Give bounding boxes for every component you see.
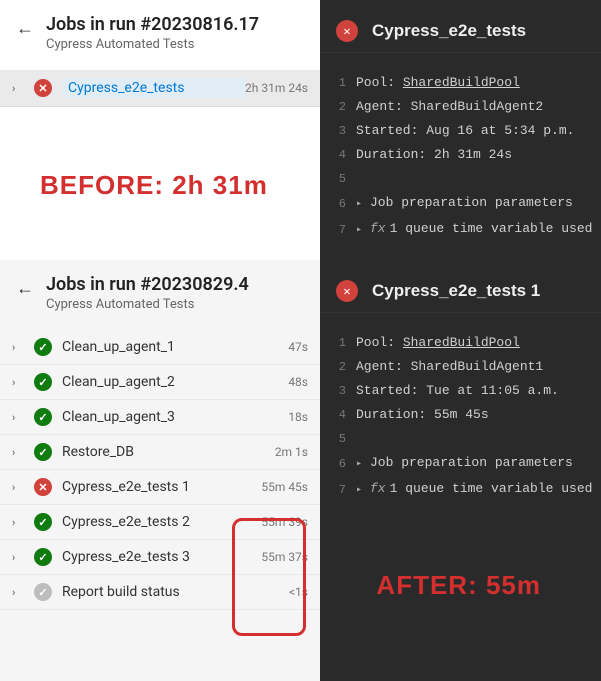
log-lines-bottom: 1Pool: SharedBuildPool2Agent: SharedBuil… (320, 331, 601, 503)
line-number: 1 (320, 333, 356, 353)
line-number: 6 (320, 194, 356, 214)
log-line: 5 (320, 427, 601, 451)
log-lines-top: 1Pool: SharedBuildPool2Agent: SharedBuil… (320, 71, 601, 243)
run-title: Jobs in run #20230829.4 (46, 274, 249, 295)
line-number: 7 (320, 220, 356, 240)
line-number: 1 (320, 73, 356, 93)
line-number: 3 (320, 121, 356, 141)
job-name: Cypress_e2e_tests 2 (62, 514, 261, 530)
log-line: 3Started: Aug 16 at 5:34 p.m. (320, 119, 601, 143)
fold-icon[interactable]: ▸ (356, 455, 368, 475)
job-row[interactable]: › ✓ Restore_DB2m 1s (0, 435, 320, 470)
chevron-right-icon[interactable]: › (12, 481, 26, 494)
chevron-right-icon[interactable]: › (12, 516, 26, 529)
chevron-right-icon[interactable]: › (12, 446, 26, 459)
run-subtitle: Cypress Automated Tests (46, 297, 249, 312)
line-number: 2 (320, 357, 356, 377)
status-fail-icon: ✕ (34, 478, 52, 496)
chevron-right-icon[interactable]: › (12, 376, 26, 389)
status-pass-icon: ✓ (34, 443, 52, 461)
job-row[interactable]: › ✓ Report build status<1s (0, 575, 320, 610)
log-line: 7▸fx1 queue time variable used (320, 217, 601, 243)
chevron-right-icon[interactable]: › (12, 411, 26, 424)
job-list-top: › ✕ Cypress_e2e_tests 2h 31m 24s (0, 70, 320, 107)
job-row[interactable]: › ✓ Clean_up_agent_248s (0, 365, 320, 400)
line-number: 4 (320, 405, 356, 425)
status-fail-icon: ✕ (336, 280, 358, 302)
job-row[interactable]: › ✕ Cypress_e2e_tests 2h 31m 24s (0, 70, 320, 107)
line-number: 2 (320, 97, 356, 117)
log-line: 3Started: Tue at 11:05 a.m. (320, 379, 601, 403)
job-list-bottom: › ✓ Clean_up_agent_147s › ✓ Clean_up_agent_24… (0, 330, 320, 610)
line-number: 3 (320, 381, 356, 401)
log-header-top: ✕ Cypress_e2e_tests (320, 10, 601, 53)
job-name: Restore_DB (62, 444, 275, 460)
line-number: 7 (320, 480, 356, 500)
status-pass-icon: ✓ (34, 408, 52, 426)
job-duration: 55m 39s (261, 515, 308, 529)
log-line: 6▸Job preparation parameters (320, 191, 601, 217)
job-duration: 2h 31m 24s (245, 81, 308, 95)
job-name: Cypress_e2e_tests 1 (62, 479, 261, 495)
header-top: ← Jobs in run #20230816.17 Cypress Autom… (0, 0, 320, 60)
log-line: 4Duration: 55m 45s (320, 403, 601, 427)
job-duration: <1s (289, 585, 308, 599)
log-title: Cypress_e2e_tests 1 (372, 281, 540, 301)
job-duration: 48s (288, 375, 308, 389)
run-title: Jobs in run #20230816.17 (46, 14, 259, 35)
job-row[interactable]: › ✓ Clean_up_agent_147s (0, 330, 320, 365)
status-pass-icon: ✓ (34, 513, 52, 531)
log-line: 2Agent: SharedBuildAgent2 (320, 95, 601, 119)
log-title: Cypress_e2e_tests (372, 21, 526, 41)
job-duration: 55m 45s (261, 480, 308, 494)
back-arrow-icon[interactable]: ← (16, 278, 34, 299)
status-fail-icon: ✕ (336, 20, 358, 42)
log-line: 6▸Job preparation parameters (320, 451, 601, 477)
log-line: 1Pool: SharedBuildPool (320, 331, 601, 355)
chevron-right-icon[interactable]: › (12, 586, 26, 599)
status-neutral-icon: ✓ (34, 583, 52, 601)
back-arrow-icon[interactable]: ← (16, 18, 34, 39)
job-name: Report build status (62, 584, 289, 600)
job-name: Clean_up_agent_3 (62, 409, 288, 425)
job-row[interactable]: › ✕ Cypress_e2e_tests 155m 45s (0, 470, 320, 505)
job-duration: 47s (288, 340, 308, 354)
annotation-after: AFTER: 55m (376, 570, 541, 601)
line-number: 5 (320, 429, 356, 449)
log-line: 7▸fx1 queue time variable used (320, 477, 601, 503)
run-subtitle: Cypress Automated Tests (46, 37, 259, 52)
header-bottom: ← Jobs in run #20230829.4 Cypress Automa… (0, 260, 320, 320)
line-number: 5 (320, 169, 356, 189)
chevron-right-icon[interactable]: › (12, 551, 26, 564)
job-name[interactable]: Cypress_e2e_tests (62, 78, 245, 98)
chevron-right-icon[interactable]: › (12, 82, 26, 95)
log-line: 2Agent: SharedBuildAgent1 (320, 355, 601, 379)
log-header-bottom: ✕ Cypress_e2e_tests 1 (320, 270, 601, 313)
job-row[interactable]: › ✓ Clean_up_agent_318s (0, 400, 320, 435)
job-duration: 2m 1s (275, 445, 308, 459)
status-pass-icon: ✓ (34, 548, 52, 566)
fold-icon[interactable]: ▸ (356, 481, 368, 501)
log-line: 1Pool: SharedBuildPool (320, 71, 601, 95)
job-name: Clean_up_agent_1 (62, 339, 288, 355)
status-fail-icon: ✕ (34, 79, 52, 97)
log-line: 4Duration: 2h 31m 24s (320, 143, 601, 167)
job-duration: 18s (288, 410, 308, 424)
fold-icon[interactable]: ▸ (356, 195, 368, 215)
job-name: Cypress_e2e_tests 3 (62, 549, 261, 565)
job-name: Clean_up_agent_2 (62, 374, 288, 390)
status-pass-icon: ✓ (34, 338, 52, 356)
line-number: 4 (320, 145, 356, 165)
job-duration: 55m 37s (261, 550, 308, 564)
job-row[interactable]: › ✓ Cypress_e2e_tests 255m 39s (0, 505, 320, 540)
log-line: 5 (320, 167, 601, 191)
annotation-before: BEFORE: 2h 31m (40, 170, 268, 201)
line-number: 6 (320, 454, 356, 474)
status-pass-icon: ✓ (34, 373, 52, 391)
fold-icon[interactable]: ▸ (356, 221, 368, 241)
chevron-right-icon[interactable]: › (12, 341, 26, 354)
job-row[interactable]: › ✓ Cypress_e2e_tests 355m 37s (0, 540, 320, 575)
